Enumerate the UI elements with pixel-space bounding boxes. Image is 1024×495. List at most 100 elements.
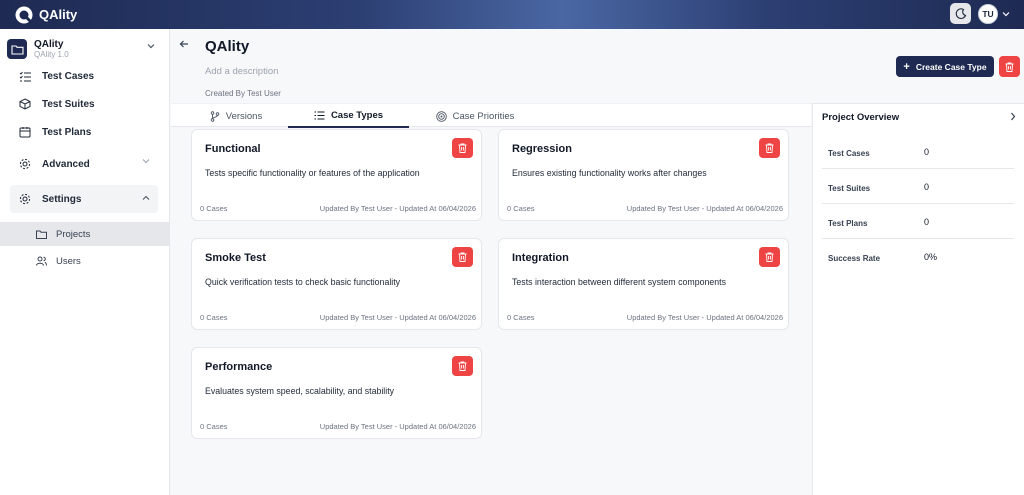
main-content: QAlity Add a description Created By Test… (171, 29, 811, 495)
sidebar-item-label: Advanced (42, 158, 90, 170)
chevron-down-icon[interactable] (1002, 11, 1010, 17)
sidebar-subitem-label: Projects (56, 228, 91, 240)
tab-bar: Versions Case Types Case Priorities (171, 103, 811, 128)
panel-title: Project Overview (822, 112, 900, 123)
card-description: Evaluates system speed, scalability, and… (205, 386, 395, 396)
trash-icon (1005, 62, 1014, 72)
box-icon (18, 97, 32, 111)
stat-value: 0 (924, 217, 930, 227)
tab-case-priorities[interactable]: Case Priorities (427, 104, 523, 128)
card-description: Quick verification tests to check basic … (205, 277, 401, 287)
list-check-icon (18, 69, 32, 83)
stat-row: Test Plans 0 (822, 204, 1014, 239)
card-updated-info: Updated By Test User - Updated At 06/04/… (626, 313, 783, 322)
tab-case-types[interactable]: Case Types (288, 104, 409, 128)
create-case-type-button[interactable]: + Create Case Type (896, 56, 994, 77)
stat-label: Test Plans (828, 219, 868, 228)
case-type-card[interactable]: Performance Evaluates system speed, scal… (191, 347, 482, 439)
delete-button[interactable] (759, 247, 780, 267)
user-avatar[interactable]: TU (978, 3, 998, 24)
trash-icon (458, 143, 467, 153)
project-overview-panel: Project Overview Test Cases 0 Test Suite… (812, 103, 1024, 495)
card-updated-info: Updated By Test User - Updated At 06/04/… (319, 204, 476, 213)
case-type-card[interactable]: Integration Tests interaction between di… (498, 238, 789, 330)
case-type-card[interactable]: Functional Tests specific functionality … (191, 129, 482, 221)
users-icon (36, 255, 48, 267)
sidebar-item-label: Test Cases (42, 70, 95, 82)
delete-button[interactable] (759, 138, 780, 158)
stat-row: Test Cases 0 (822, 134, 1014, 169)
create-button-label: Create Case Type (915, 61, 987, 72)
description-input[interactable]: Add a description (205, 66, 278, 77)
card-case-count: 0 Cases (200, 422, 228, 431)
gear-icon (18, 192, 32, 206)
card-updated-info: Updated By Test User - Updated At 06/04/… (319, 422, 476, 431)
chevron-right-icon[interactable] (1010, 112, 1016, 121)
card-description: Tests specific functionality or features… (205, 168, 420, 178)
gear-icon (18, 157, 32, 171)
card-description: Ensures existing functionality works aft… (512, 168, 707, 178)
tab-label: Versions (225, 110, 263, 122)
stat-row: Test Suites 0 (822, 169, 1014, 204)
card-case-count: 0 Cases (507, 313, 535, 322)
sidebar-item-test-plans[interactable]: Test Plans (10, 120, 158, 144)
chevron-down-icon (147, 44, 155, 49)
sidebar-item-label: Test Plans (42, 126, 92, 138)
case-type-card[interactable]: Regression Ensures existing functionalit… (498, 129, 789, 221)
moon-icon (955, 7, 966, 19)
folder-icon (36, 228, 48, 240)
delete-button[interactable] (452, 247, 473, 267)
trash-icon (765, 252, 774, 262)
stat-value: 0 (924, 182, 930, 192)
delete-project-button[interactable] (999, 56, 1020, 77)
sidebar-subitem-projects[interactable]: Projects (0, 222, 169, 246)
sidebar-item-settings[interactable]: Settings (10, 185, 158, 213)
card-case-count: 0 Cases (200, 313, 228, 322)
tab-label: Case Priorities (452, 110, 515, 122)
sidebar-item-label: Settings (42, 193, 82, 205)
chevron-down-icon (142, 159, 150, 164)
stat-row: Success Rate 0% (822, 239, 1014, 274)
tab-label: Case Types (330, 109, 384, 121)
branch-icon (210, 110, 220, 122)
sidebar-item-test-cases[interactable]: Test Cases (10, 64, 158, 88)
card-title: Performance (205, 361, 273, 373)
target-icon (435, 110, 447, 122)
project-version: QAlity 1.0 (34, 49, 69, 59)
card-updated-info: Updated By Test User - Updated At 06/04/… (626, 204, 783, 213)
app-name: QAlity (39, 7, 78, 22)
sidebar-item-test-suites[interactable]: Test Suites (10, 92, 158, 116)
stat-value: 0% (924, 252, 938, 262)
sidebar-item-label: Test Suites (42, 98, 95, 110)
card-title: Integration (512, 252, 569, 264)
stat-label: Test Cases (828, 149, 870, 158)
sidebar-item-advanced[interactable]: Advanced (10, 152, 158, 176)
card-case-count: 0 Cases (507, 204, 535, 213)
card-title: Regression (512, 143, 572, 155)
stat-label: Success Rate (828, 254, 881, 263)
trash-icon (458, 252, 467, 262)
delete-button[interactable] (452, 138, 473, 158)
sidebar-subitem-label: Users (56, 255, 81, 267)
calendar-icon (18, 125, 32, 139)
created-by-text: Created By Test User (205, 89, 281, 98)
sidebar: QAlity QAlity 1.0 Test Cases Test Suites… (0, 29, 170, 495)
top-bar: QAlity TU (0, 0, 1024, 29)
list-icon (314, 111, 325, 120)
project-switcher[interactable]: QAlity QAlity 1.0 (7, 35, 163, 63)
back-arrow-icon[interactable] (179, 39, 189, 49)
sidebar-subitem-users[interactable]: Users (0, 249, 169, 273)
folder-icon (7, 39, 27, 59)
stat-value: 0 (924, 147, 930, 157)
card-description: Tests interaction between different syst… (512, 277, 727, 287)
project-name: QAlity (34, 38, 64, 50)
theme-toggle-button[interactable] (950, 3, 971, 24)
app-logo[interactable]: QAlity (14, 5, 77, 25)
card-updated-info: Updated By Test User - Updated At 06/04/… (319, 313, 476, 322)
stat-label: Test Suites (828, 184, 871, 193)
card-title: Smoke Test (205, 252, 266, 264)
delete-button[interactable] (452, 356, 473, 376)
tab-versions[interactable]: Versions (191, 104, 281, 128)
page-title: QAlity (205, 38, 250, 55)
case-type-card[interactable]: Smoke Test Quick verification tests to c… (191, 238, 482, 330)
